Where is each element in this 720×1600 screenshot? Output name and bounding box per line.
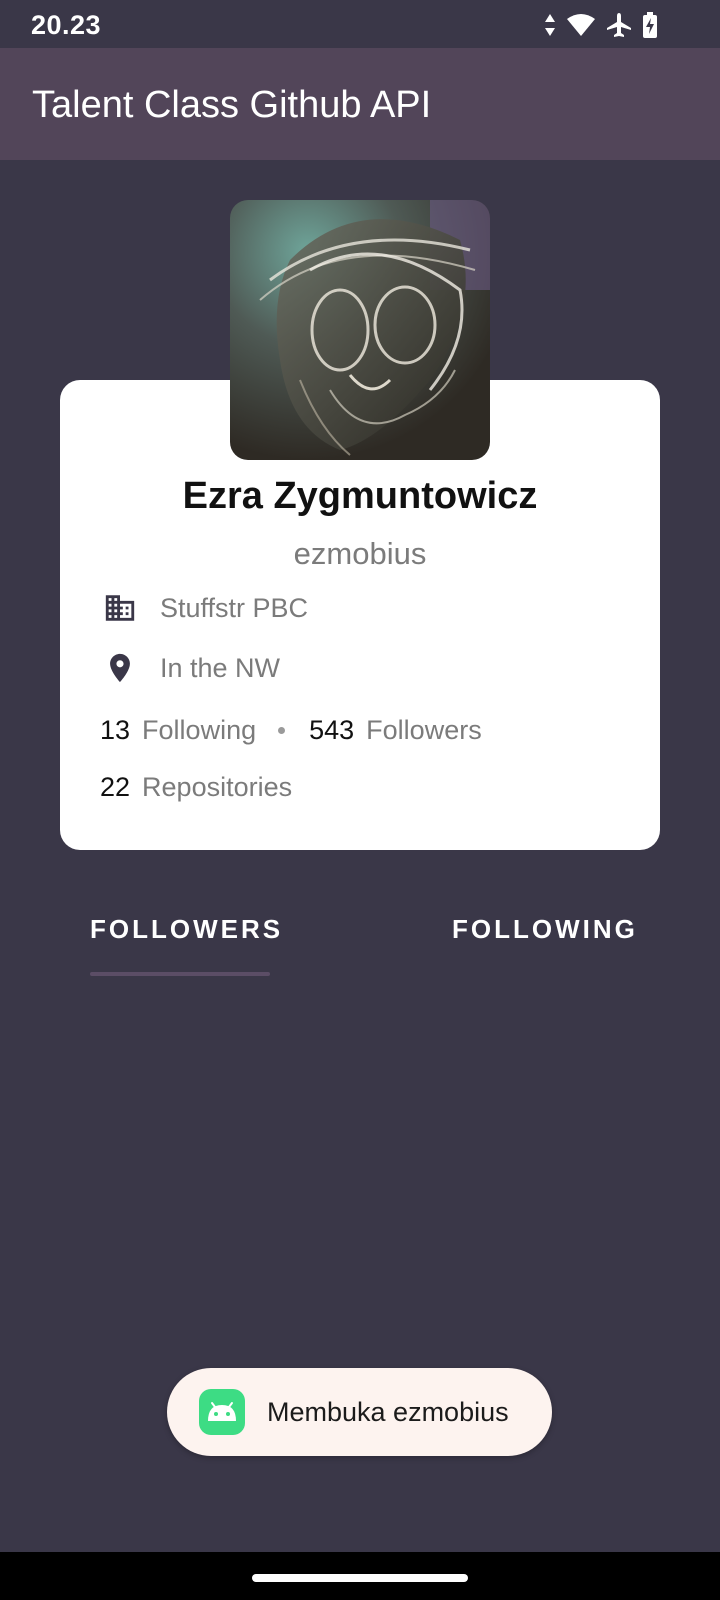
followers-count: 543 [309, 715, 355, 745]
toast: Membuka ezmobius [167, 1368, 552, 1456]
location-text: In the NW [160, 652, 281, 683]
profile-name: Ezra Zygmuntowicz [182, 475, 538, 517]
tab-bar: FOLLOWERS FOLLOWING [0, 900, 720, 980]
company-row: Stuffstr PBC [100, 588, 308, 628]
toast-text: Membuka ezmobius [267, 1396, 509, 1427]
home-gesture-handle[interactable] [252, 1574, 468, 1582]
wifi-icon [566, 13, 596, 37]
app-title: Talent Class Github API [32, 84, 432, 126]
following-count: 13 [100, 715, 131, 745]
location-pin-icon [100, 648, 140, 688]
following-label: Following [142, 715, 257, 745]
tab-following[interactable]: FOLLOWING [452, 914, 638, 945]
stats-row: 13 Following 543 Followers [100, 715, 482, 746]
repositories-label: Repositories [142, 772, 293, 802]
data-arrows-icon [544, 13, 556, 37]
tab-indicator [90, 972, 270, 976]
avatar [230, 200, 490, 460]
app-bar: Talent Class Github API [0, 48, 720, 160]
status-time: 20.23 [31, 10, 102, 40]
location-row: In the NW [100, 648, 280, 688]
profile-username: ezmobius [293, 536, 427, 571]
company-text: Stuffstr PBC [160, 592, 309, 623]
separator-dot [278, 727, 286, 734]
building-icon [100, 588, 140, 628]
status-icons [544, 12, 658, 38]
battery-charging-icon [642, 12, 658, 38]
repositories-row: 22 Repositories [100, 772, 292, 803]
status-bar: 20.23 [0, 0, 720, 48]
tab-followers[interactable]: FOLLOWERS [90, 914, 283, 945]
airplane-mode-icon [606, 12, 632, 38]
repositories-count: 22 [100, 772, 131, 802]
followers-label: Followers [366, 715, 482, 745]
android-app-icon [199, 1389, 245, 1435]
